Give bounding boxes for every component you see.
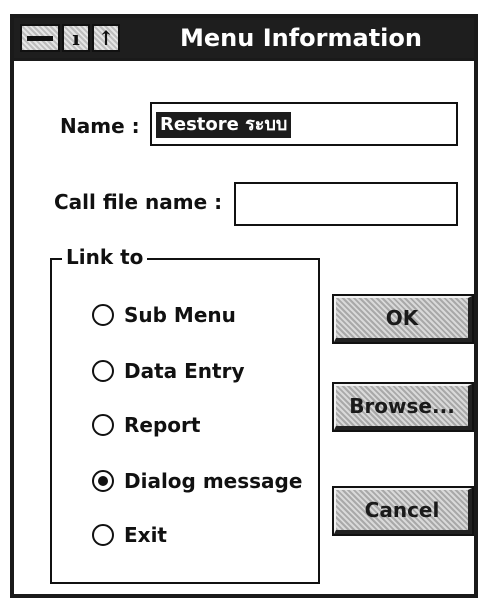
maximize-icon: ↑ [97, 26, 115, 50]
name-field-value: Restore ระบบ [156, 112, 292, 138]
link-to-group: Link to Sub Menu Data Entry Report Dialo… [50, 244, 320, 584]
menu-information-dialog: ı ↑ Menu Information Name : Restore ระบบ… [10, 14, 478, 598]
call-file-name-field[interactable] [234, 182, 458, 226]
cancel-button[interactable]: Cancel [332, 486, 474, 536]
minimize-button[interactable]: ı [62, 24, 90, 52]
radio-button-icon [92, 360, 114, 382]
window-title: Menu Information [180, 24, 422, 52]
minimize-icon: ı [72, 26, 80, 50]
radio-data-entry-label: Data Entry [124, 359, 245, 383]
link-to-label: Link to [62, 244, 148, 270]
radio-button-checked-icon [92, 470, 114, 492]
radio-sub-menu-label: Sub Menu [124, 303, 236, 327]
call-file-name-label: Call file name : [54, 190, 223, 214]
system-menu-button[interactable] [20, 24, 60, 52]
radio-exit-label: Exit [124, 523, 167, 547]
radio-dialog-message-label: Dialog message [124, 469, 303, 493]
ok-button[interactable]: OK [332, 294, 474, 344]
name-field[interactable]: Restore ระบบ [150, 102, 458, 146]
radio-button-icon [92, 304, 114, 326]
name-label: Name : [60, 114, 140, 138]
radio-report-label: Report [124, 413, 201, 437]
radio-button-icon [92, 524, 114, 546]
title-bar[interactable]: ı ↑ Menu Information [14, 18, 474, 61]
maximize-button[interactable]: ↑ [92, 24, 120, 52]
browse-button[interactable]: Browse... [332, 382, 474, 432]
system-menu-icon [27, 36, 53, 41]
radio-button-icon [92, 414, 114, 436]
